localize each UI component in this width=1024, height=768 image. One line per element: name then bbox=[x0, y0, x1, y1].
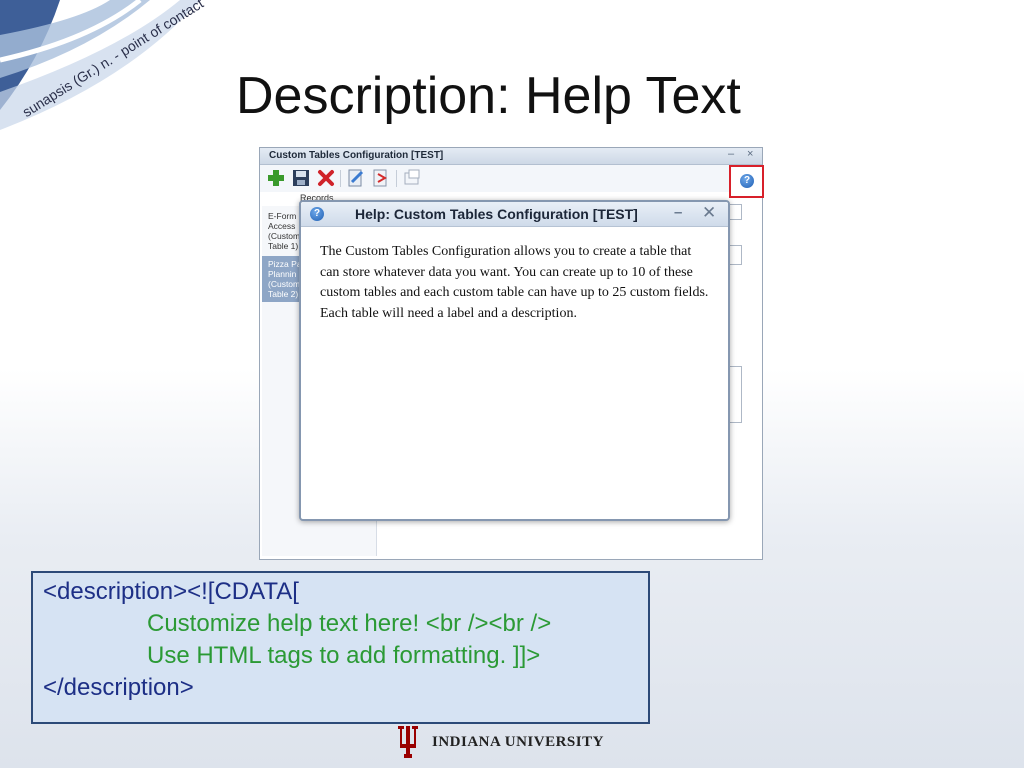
dialog-titlebar: ? Help: Custom Tables Configuration [TES… bbox=[301, 202, 728, 227]
code-cdata-open: <![CDATA[ bbox=[187, 578, 299, 605]
toolbar-separator bbox=[340, 170, 341, 187]
dialog-close-button[interactable]: ✕ bbox=[702, 203, 716, 223]
code-line-1: <description><![CDATA[ bbox=[43, 576, 638, 608]
logo-arcs bbox=[0, 0, 200, 130]
app-close-button[interactable]: × bbox=[747, 148, 753, 160]
code-example: <description><![CDATA[ Customize help te… bbox=[31, 571, 650, 724]
footer-university-name: INDIANA UNIVERSITY bbox=[432, 734, 604, 750]
iu-trident-icon bbox=[398, 726, 418, 758]
dialog-title: Help: Custom Tables Configuration [TEST] bbox=[355, 206, 638, 222]
help-dialog: ? Help: Custom Tables Configuration [TES… bbox=[299, 200, 730, 521]
edit-icon[interactable] bbox=[346, 168, 366, 188]
code-line-4: </description> bbox=[43, 674, 194, 701]
help-icon: ? bbox=[310, 207, 324, 221]
save-icon[interactable] bbox=[291, 168, 311, 188]
code-open-tag: <description> bbox=[43, 578, 188, 605]
toolbar bbox=[260, 165, 762, 192]
code-line-2: Customize help text here! <br /><br /> bbox=[147, 610, 552, 637]
help-button[interactable]: ? bbox=[729, 165, 764, 198]
delete-icon[interactable] bbox=[316, 168, 336, 188]
app-titlebar: Custom Tables Configuration [TEST] ‒ × bbox=[260, 148, 762, 165]
toolbar-separator bbox=[396, 170, 397, 187]
page-title: Description: Help Text bbox=[236, 67, 741, 125]
add-icon[interactable] bbox=[266, 168, 286, 188]
window-icon[interactable] bbox=[402, 168, 422, 188]
help-icon: ? bbox=[740, 174, 754, 188]
app-minimize-button[interactable]: ‒ bbox=[728, 148, 734, 160]
app-title: Custom Tables Configuration [TEST] bbox=[269, 150, 444, 161]
dialog-minimize-button[interactable]: – bbox=[674, 204, 682, 221]
code-line-3: Use HTML tags to add formatting. ]]> bbox=[147, 642, 541, 669]
dialog-body-text: The Custom Tables Configuration allows y… bbox=[320, 244, 709, 321]
export-icon[interactable] bbox=[371, 168, 391, 188]
